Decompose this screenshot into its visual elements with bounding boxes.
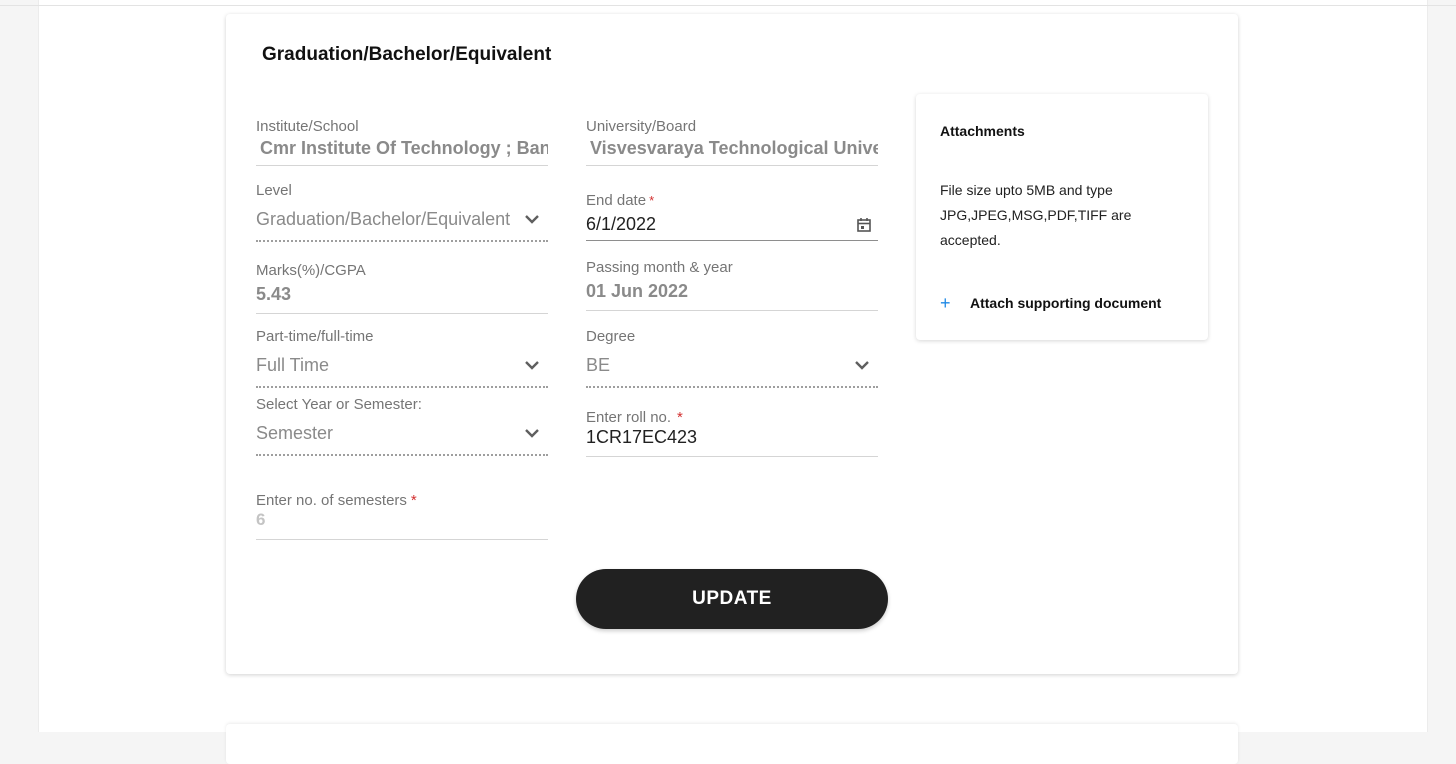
end-date-field[interactable]: End date * 6/1/2022 — [586, 192, 878, 242]
chevron-down-icon[interactable] — [524, 214, 540, 224]
end-date-label-text: End date — [586, 192, 647, 209]
institute-value: Cmr Institute Of Technology ; Bangalore — [260, 138, 548, 158]
required-asterisk: * — [677, 409, 683, 426]
marks-value: 5.43 — [256, 284, 292, 304]
degree-label: Degree — [586, 328, 636, 345]
end-date-value: 6/1/2022 — [586, 214, 657, 234]
semesters-field[interactable]: Enter no. of semesters * 6 — [256, 492, 548, 540]
university-underline — [586, 165, 878, 166]
institute-field[interactable]: Institute/School Cmr Institute Of Techno… — [256, 118, 548, 166]
passing-value: 01 Jun 2022 — [586, 281, 689, 301]
semesters-label-text: Enter no. of semesters — [256, 492, 407, 509]
year-semester-select[interactable]: Select Year or Semester: Semester — [256, 396, 548, 456]
roll-no-field[interactable]: Enter roll no. * 1CR17EC423 — [586, 409, 878, 457]
part-time-underline — [256, 386, 548, 388]
roll-no-value: 1CR17EC423 — [586, 427, 698, 447]
calendar-icon[interactable] — [856, 217, 872, 233]
year-semester-label: Select Year or Semester: — [256, 396, 422, 413]
required-asterisk: * — [410, 492, 417, 509]
level-label: Level — [256, 182, 292, 199]
part-time-value: Full Time — [256, 355, 330, 375]
university-field[interactable]: University/Board Visvesvaraya Technologi… — [586, 118, 878, 166]
attachments-description: File size upto 5MB and type JPG,JPEG,MSG… — [940, 182, 1132, 248]
institute-label: Institute/School — [256, 118, 359, 135]
level-select[interactable]: Level Graduation/Bachelor/Equivalent — [256, 182, 548, 242]
roll-no-label: Enter roll no. * — [586, 409, 683, 426]
chevron-down-icon[interactable] — [524, 428, 540, 438]
plus-icon: + — [940, 292, 951, 313]
attachments-title: Attachments — [940, 123, 1025, 139]
university-value: Visvesvaraya Technological University — [590, 138, 878, 158]
roll-no-label-text: Enter roll no. — [586, 409, 672, 426]
degree-select[interactable]: Degree BE — [586, 328, 878, 388]
top-divider — [0, 5, 1456, 6]
institute-underline — [256, 165, 548, 166]
update-button[interactable]: UPDATE — [576, 569, 888, 629]
card-title: Graduation/Bachelor/Equivalent — [262, 44, 552, 65]
semesters-label: Enter no. of semesters * — [256, 492, 417, 509]
part-time-select[interactable]: Part-time/full-time Full Time — [256, 328, 548, 388]
roll-no-underline — [586, 456, 878, 457]
degree-value: BE — [586, 355, 611, 375]
passing-field[interactable]: Passing month & year 01 Jun 2022 — [586, 259, 878, 311]
semesters-underline — [256, 539, 548, 540]
attach-document-label: Attach supporting document — [970, 295, 1162, 311]
degree-underline — [586, 386, 878, 388]
semesters-placeholder: 6 — [256, 510, 266, 529]
education-card: Graduation/Bachelor/Equivalent Institute… — [226, 14, 1238, 674]
year-semester-value: Semester — [256, 423, 334, 443]
marks-underline — [256, 313, 548, 314]
attach-document-button[interactable]: + Attach supporting document — [940, 292, 1161, 314]
level-value: Graduation/Bachelor/Equivalent — [256, 209, 511, 229]
marks-field[interactable]: Marks(%)/CGPA 5.43 — [256, 262, 548, 314]
passing-label: Passing month & year — [586, 259, 733, 276]
level-underline — [256, 240, 548, 242]
end-date-label: End date * — [586, 192, 654, 209]
part-time-label: Part-time/full-time — [256, 328, 374, 345]
end-date-underline — [586, 240, 878, 241]
year-semester-underline — [256, 454, 548, 456]
required-asterisk: * — [649, 193, 655, 208]
next-card — [226, 724, 1238, 764]
attachments-panel: Attachments File size upto 5MB and type … — [916, 94, 1208, 340]
passing-underline — [586, 310, 878, 311]
university-label: University/Board — [586, 118, 697, 135]
marks-label: Marks(%)/CGPA — [256, 262, 366, 279]
chevron-down-icon[interactable] — [854, 360, 870, 370]
chevron-down-icon[interactable] — [524, 360, 540, 370]
